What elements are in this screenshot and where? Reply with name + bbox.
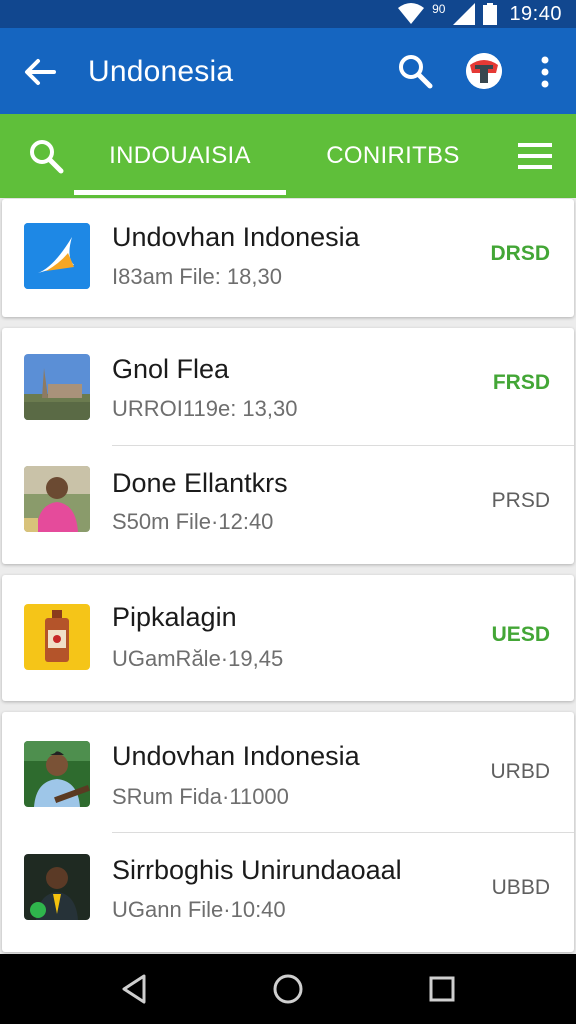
list-card: Undovhan Indonesia SRum Fida·11000 URBD … <box>2 712 574 952</box>
list-item[interactable]: Undovhan Indonesia I83am File: 18,30 DRS… <box>2 199 574 317</box>
search-icon[interactable] <box>396 52 434 90</box>
back-arrow-icon[interactable] <box>20 52 60 92</box>
signal-label: 90 <box>432 2 446 16</box>
item-badge: DRSD <box>490 242 550 265</box>
menu-icon[interactable] <box>516 138 556 174</box>
list-item[interactable]: Pipkalagin UGamRăle·19,45 UESD <box>2 575 574 701</box>
item-meta: URROI119e: 13,30 <box>112 396 298 421</box>
status-bar: 90 19:40 <box>0 0 576 28</box>
item-badge: UESD <box>491 623 550 646</box>
item-title: Undovhan Indonesia <box>112 741 360 771</box>
landscape-photo-graphic <box>24 354 90 420</box>
item-meta: UGann File·10:40 <box>112 897 286 922</box>
list-card: Gnol Flea URROI119e: 13,30 FRSD Done Ell… <box>2 328 574 564</box>
list-item[interactable]: Done Ellantkrs S50m File·12:40 PRSD <box>2 446 574 564</box>
item-meta: I83am File: 18,30 <box>112 264 282 289</box>
wifi-icon <box>398 3 425 24</box>
person-pink-graphic <box>24 466 90 532</box>
avatar-graphic <box>466 53 502 89</box>
home-circle-icon[interactable] <box>270 971 306 1007</box>
person-photo-thumbnail <box>24 741 90 807</box>
item-badge: FRSD <box>492 371 550 394</box>
app-logo-graphic <box>24 223 90 289</box>
tab-search-icon[interactable] <box>26 136 66 176</box>
recents-square-icon[interactable] <box>424 971 460 1007</box>
item-title: Undovhan Indonesia <box>112 222 360 252</box>
person-photo-thumbnail <box>24 854 90 920</box>
item-title: Sirrboghis Unirundaoaal <box>112 855 402 885</box>
landscape-photo-thumbnail <box>24 354 90 420</box>
person-photo-thumbnail <box>24 466 90 532</box>
bottle-thumbnail <box>24 604 90 670</box>
app-logo-thumbnail <box>24 223 90 289</box>
item-meta: SRum Fida·11000 <box>112 784 289 809</box>
item-badge: PRSD <box>491 489 550 512</box>
item-meta: S50m File·12:40 <box>112 509 274 534</box>
active-tab-indicator <box>74 190 286 195</box>
list-item[interactable]: Gnol Flea URROI119e: 13,30 FRSD <box>2 328 574 446</box>
bottle-graphic <box>24 604 90 670</box>
item-title: Done Ellantkrs <box>112 468 288 498</box>
status-time: 19:40 <box>509 2 562 25</box>
avatar-icon[interactable] <box>466 53 502 89</box>
page-title: Undonesia <box>88 55 234 88</box>
more-vert-icon[interactable] <box>530 52 560 92</box>
list-card: Pipkalagin UGamRăle·19,45 UESD <box>2 575 574 701</box>
tab-indouaisia[interactable]: INDOUAISIA <box>74 114 286 198</box>
person-blue-graphic <box>24 741 90 807</box>
list-item[interactable]: Undovhan Indonesia SRum Fida·11000 URBD <box>2 712 574 832</box>
person-dark-graphic <box>24 854 90 920</box>
item-meta: UGamRăle·19,45 <box>112 646 284 671</box>
item-title: Gnol Flea <box>112 354 230 384</box>
list-item[interactable]: Sirrboghis Unirundaoaal UGann File·10:40… <box>2 832 574 952</box>
status-icons: 90 19:40 <box>398 0 562 28</box>
app-bar: Undonesia <box>0 28 576 114</box>
item-badge: UBBD <box>491 876 550 899</box>
list-card: Undovhan Indonesia I83am File: 18,30 DRS… <box>2 199 574 317</box>
cell-signal-icon <box>453 3 476 25</box>
item-badge: URBD <box>490 760 550 783</box>
system-nav-bar <box>0 954 576 1024</box>
item-title: Pipkalagin <box>112 602 237 632</box>
back-triangle-icon[interactable] <box>116 971 152 1007</box>
tab-bar: INDOUAISIA CONIRITBS <box>0 114 576 198</box>
tab-coniritbs[interactable]: CONIRITBS <box>300 114 486 198</box>
battery-icon <box>483 3 498 25</box>
